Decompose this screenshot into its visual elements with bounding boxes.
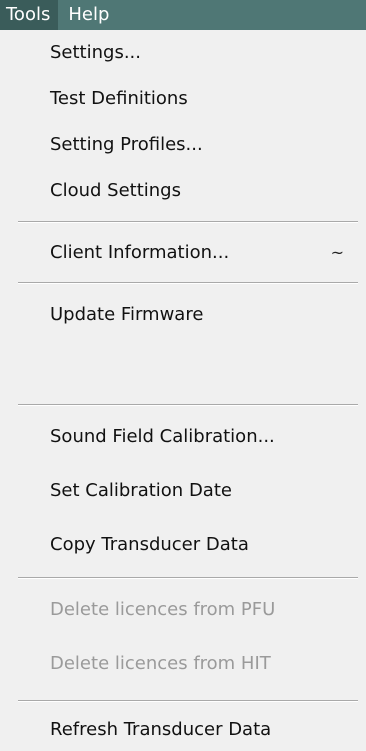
menu-bar: Tools Help (0, 0, 366, 30)
menu-item-refresh-transducer-data[interactable]: Refresh Transducer Data (0, 707, 366, 751)
menu-item-label: Sound Field Calibration... (50, 425, 275, 447)
menu-item-label: Delete licences from HIT (50, 652, 271, 674)
menu-item-label: Delete licences from PFU (50, 598, 276, 620)
menu-separator (18, 577, 358, 579)
menu-separator (18, 700, 358, 702)
menu-item-sound-field-calibration[interactable]: Sound Field Calibration... (0, 414, 366, 458)
menu-separator (18, 221, 358, 223)
menu-item-set-calibration-date[interactable]: Set Calibration Date (0, 468, 366, 512)
menu-item-delete-licences-hit: Delete licences from HIT (0, 641, 366, 685)
menu-item-label: Cloud Settings (50, 179, 181, 201)
menu-item-copy-transducer-data[interactable]: Copy Transducer Data (0, 522, 366, 566)
menu-item-cloud-settings[interactable]: Cloud Settings (0, 168, 366, 212)
menu-tools[interactable]: Tools (0, 0, 59, 30)
menu-item-update-firmware[interactable]: Update Firmware (0, 292, 366, 336)
menu-item-label: Copy Transducer Data (50, 533, 249, 555)
menu-item-settings[interactable]: Settings... (0, 30, 366, 74)
menu-item-client-information[interactable]: Client Information... ~ (0, 230, 366, 274)
menu-separator (18, 282, 358, 284)
menu-item-label: Settings... (50, 41, 141, 63)
menu-item-label: Setting Profiles... (50, 133, 203, 155)
menu-item-label: Test Definitions (50, 87, 188, 109)
menu-item-label: Update Firmware (50, 303, 204, 325)
menu-item-shortcut: ~ (330, 242, 344, 262)
menu-item-setting-profiles[interactable]: Setting Profiles... (0, 122, 366, 166)
menu-separator (18, 404, 358, 406)
menu-item-label: Client Information... (50, 241, 230, 263)
menu-item-label: Set Calibration Date (50, 479, 232, 501)
tools-dropdown-menu: Settings... Test Definitions Setting Pro… (0, 30, 366, 749)
menu-item-label: Refresh Transducer Data (50, 718, 272, 740)
menu-item-delete-licences-pfu: Delete licences from PFU (0, 587, 366, 631)
menu-help[interactable]: Help (58, 0, 121, 30)
menu-item-test-definitions[interactable]: Test Definitions (0, 76, 366, 120)
